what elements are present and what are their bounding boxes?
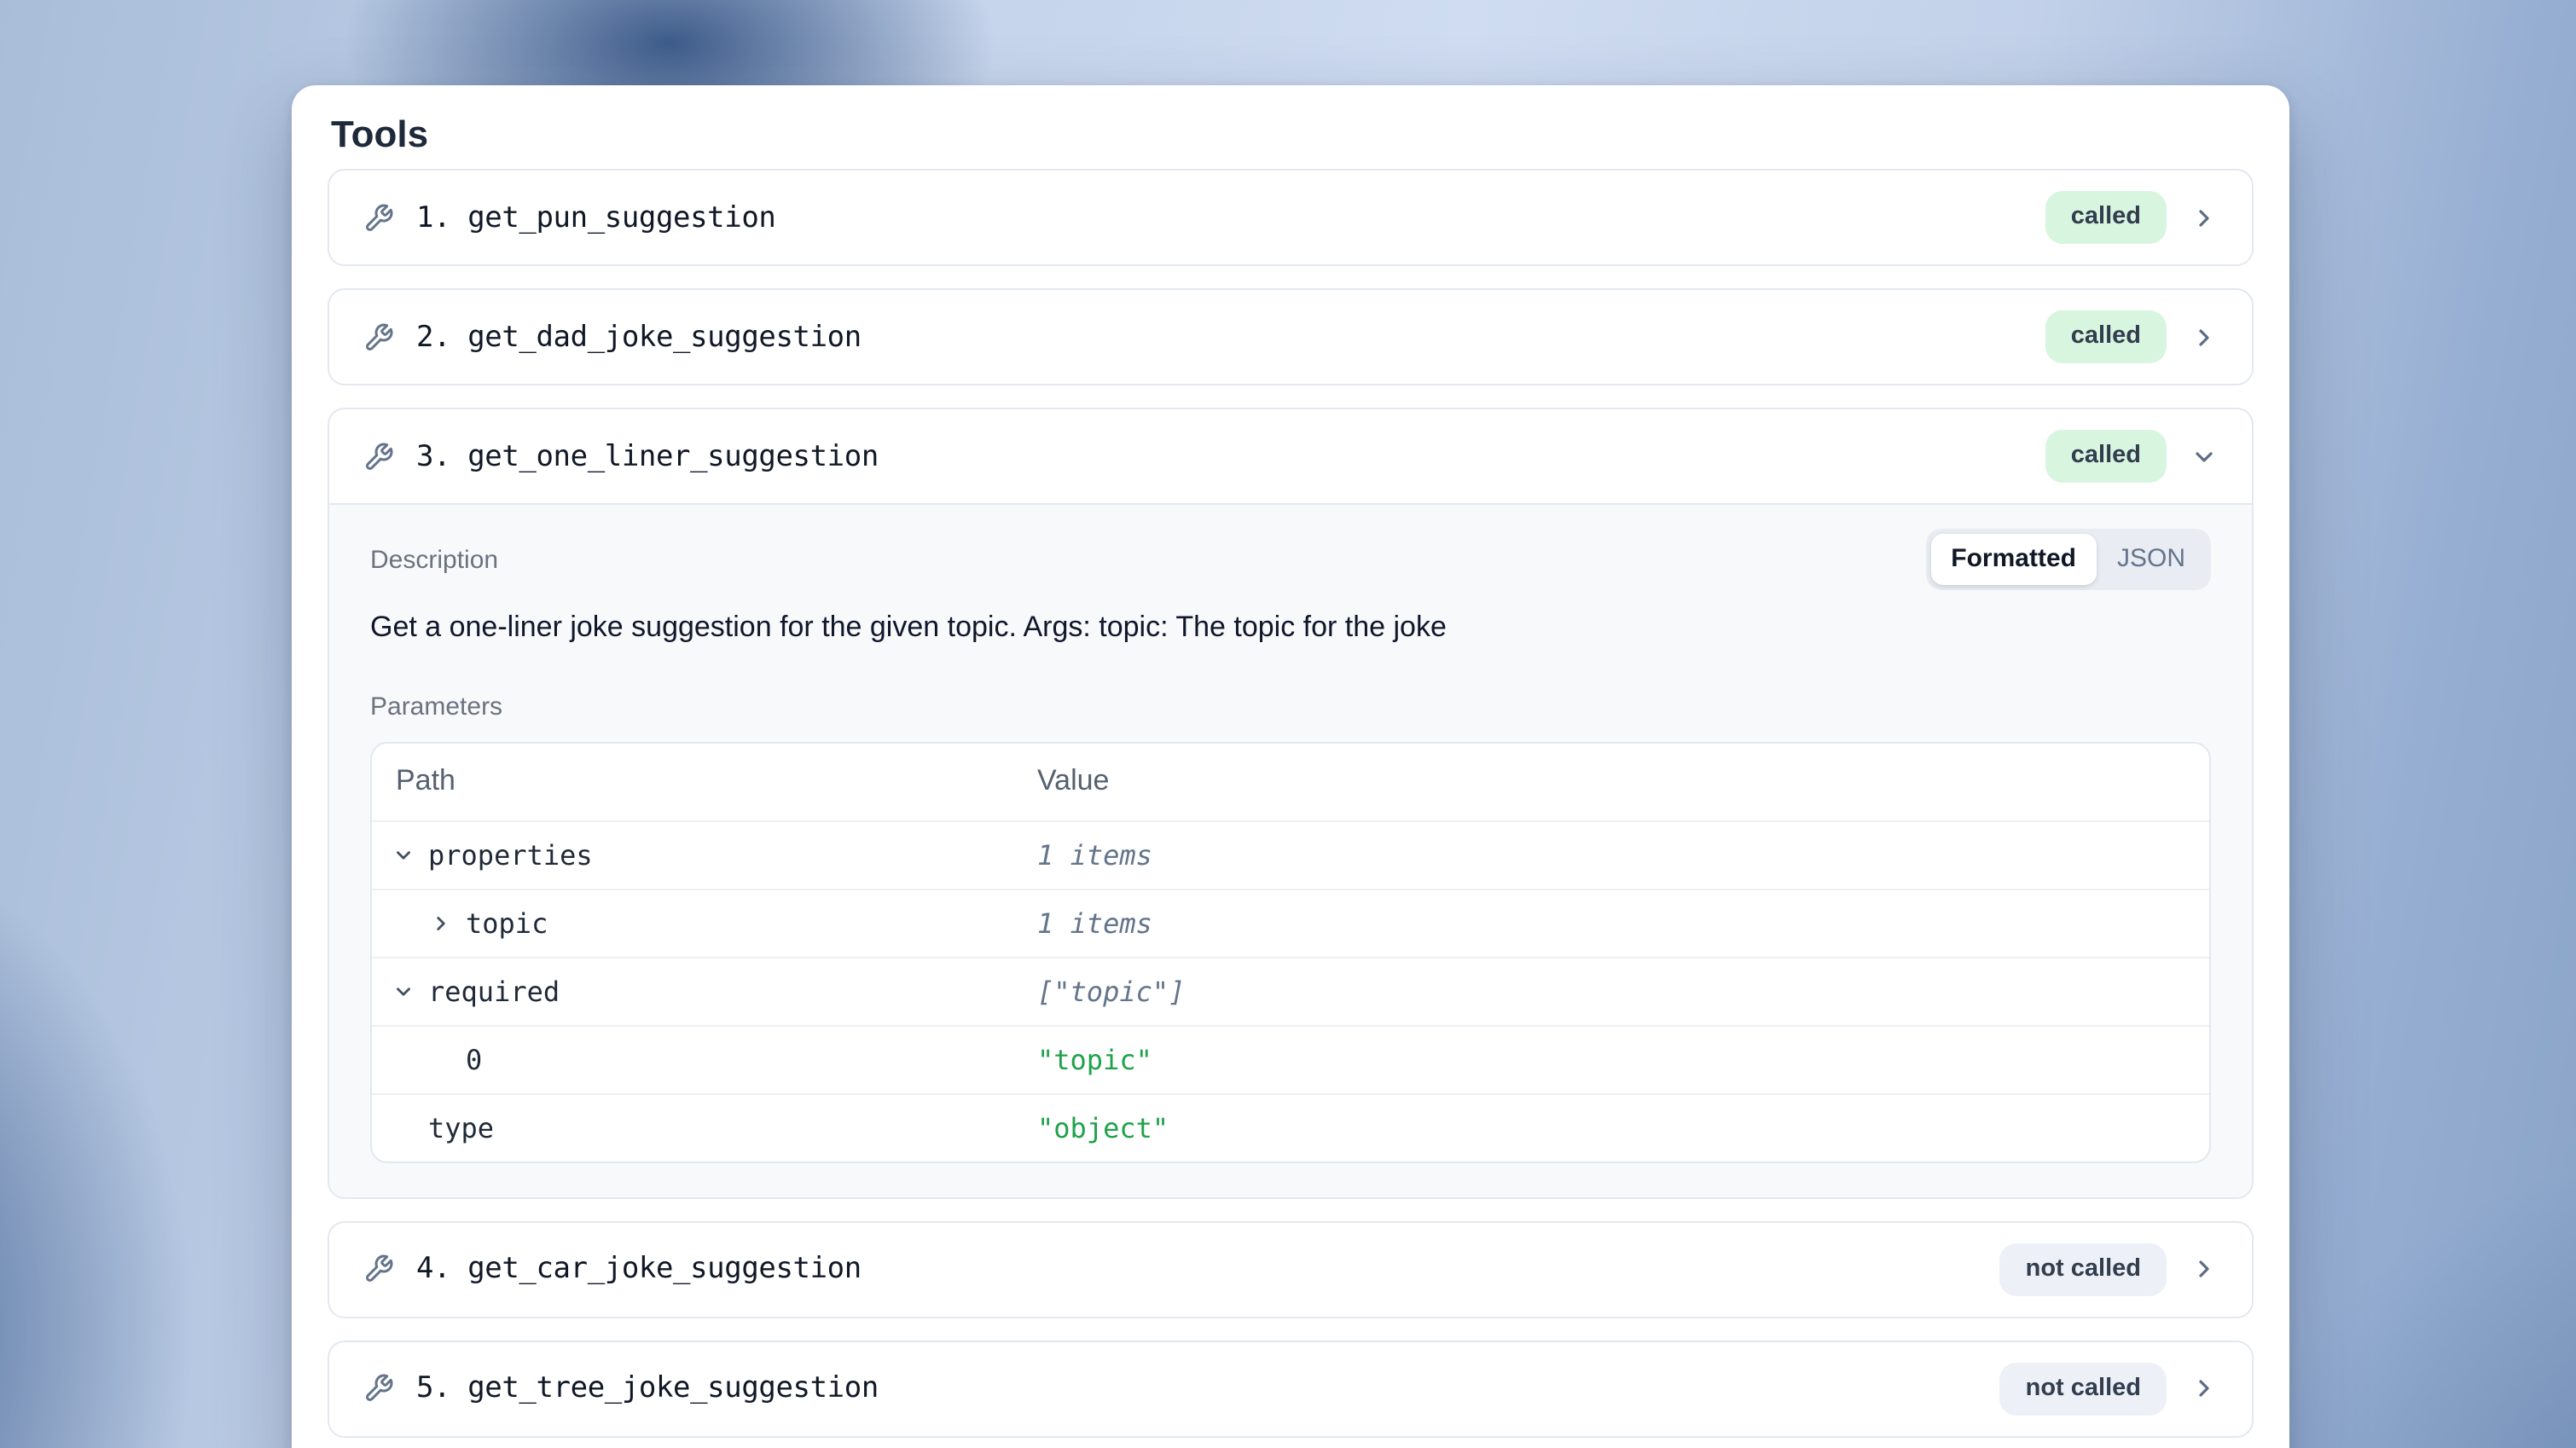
view-mode-toggle: Formatted JSON	[1925, 529, 2211, 590]
value-column-header: Value	[1037, 765, 2209, 799]
desktop-background: Tools 1. get_pun_suggestion called	[0, 0, 2576, 1448]
param-path: topic	[466, 907, 548, 940]
tool-name: 3. get_one_liner_suggestion	[416, 439, 879, 473]
tools-panel: Tools 1. get_pun_suggestion called	[292, 85, 2289, 1448]
tool-name: 5. get_tree_joke_suggestion	[416, 1372, 879, 1406]
wrench-icon	[363, 1374, 394, 1405]
tool-row-header[interactable]: 5. get_tree_joke_suggestion not called	[329, 1342, 2252, 1436]
chevron-right-icon[interactable]	[2190, 323, 2218, 350]
tool-name: 1. get_pun_suggestion	[416, 200, 775, 235]
param-path: type	[428, 1112, 494, 1144]
param-value: "object"	[1037, 1112, 2209, 1144]
tool-description: Get a one-liner joke suggestion for the …	[370, 609, 2211, 648]
tool-item-get_tree_joke_suggestion: 5. get_tree_joke_suggestion not called	[328, 1341, 2254, 1438]
chevron-down-icon[interactable]	[392, 844, 415, 866]
chevron-right-icon[interactable]	[2190, 1376, 2218, 1403]
parameters-table-header: Path Value	[372, 744, 2209, 820]
wrench-icon	[363, 441, 394, 472]
tool-row-header[interactable]: 2. get_dad_joke_suggestion called	[329, 290, 2252, 384]
table-row: properties 1 items	[372, 820, 2209, 889]
status-badge: not called	[2000, 1243, 2167, 1295]
chevron-down-icon[interactable]	[392, 981, 415, 1003]
param-value: "topic"	[1037, 1044, 2209, 1076]
description-label: Description	[370, 545, 498, 574]
param-path: properties	[428, 839, 593, 872]
status-badge: called	[2045, 311, 2167, 363]
path-column-header: Path	[372, 765, 1037, 799]
chevron-right-icon[interactable]	[2190, 204, 2218, 231]
json-view-button[interactable]: JSON	[2097, 534, 2206, 585]
param-value: ["topic"]	[1037, 976, 2209, 1008]
tool-name: 4. get_car_joke_suggestion	[416, 1253, 862, 1287]
table-row: type "object"	[372, 1093, 2209, 1161]
param-value: 1 items	[1037, 907, 2209, 940]
tool-item-get_pun_suggestion: 1. get_pun_suggestion called	[328, 169, 2254, 266]
status-badge: not called	[2000, 1363, 2167, 1415]
tool-name: 2. get_dad_joke_suggestion	[416, 320, 862, 354]
tool-item-get_dad_joke_suggestion: 2. get_dad_joke_suggestion called	[328, 288, 2254, 385]
chevron-right-icon[interactable]	[430, 912, 452, 935]
tool-row-header[interactable]: 3. get_one_liner_suggestion called	[329, 409, 2252, 503]
param-path: required	[428, 976, 560, 1008]
tool-item-get_car_joke_suggestion: 4. get_car_joke_suggestion not called	[328, 1221, 2254, 1318]
formatted-view-button[interactable]: Formatted	[1930, 534, 2097, 585]
wrench-icon	[363, 321, 394, 352]
status-badge: called	[2045, 192, 2167, 244]
tool-row-header[interactable]: 4. get_car_joke_suggestion not called	[329, 1223, 2252, 1317]
param-value: 1 items	[1037, 839, 2209, 872]
status-badge: called	[2045, 431, 2167, 483]
chevron-down-icon[interactable]	[2190, 443, 2218, 470]
panel-title: Tools	[331, 111, 2254, 159]
chevron-right-icon[interactable]	[2190, 1256, 2218, 1283]
param-path: 0	[466, 1044, 482, 1076]
tool-row-header[interactable]: 1. get_pun_suggestion called	[329, 171, 2252, 264]
table-row: required ["topic"]	[372, 957, 2209, 1025]
wrench-icon	[363, 202, 394, 233]
tool-item-get_one_liner_suggestion: 3. get_one_liner_suggestion called Descr…	[328, 408, 2254, 1199]
table-row: 0 "topic"	[372, 1025, 2209, 1093]
tool-details: Description Formatted JSON Get a one-lin…	[329, 503, 2252, 1197]
wrench-icon	[363, 1254, 394, 1285]
parameters-table: Path Value properties 1 items	[370, 742, 2211, 1163]
table-row: topic 1 items	[372, 889, 2209, 957]
parameters-label: Parameters	[370, 692, 2211, 721]
